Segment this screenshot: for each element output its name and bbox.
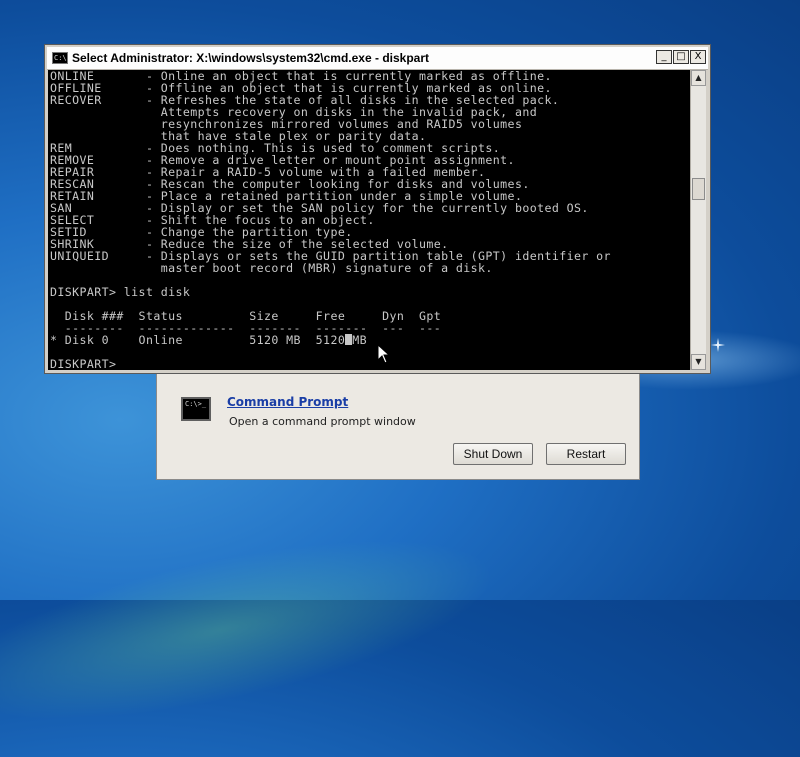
cmd-window: C:\ Select Administrator: X:\windows\sys… bbox=[44, 44, 711, 374]
mouse-pointer-icon bbox=[377, 344, 391, 364]
close-button[interactable]: X bbox=[690, 50, 706, 64]
command-prompt-link[interactable]: Command Prompt bbox=[227, 395, 348, 409]
console-output[interactable]: ONLINE - Online an object that is curren… bbox=[48, 70, 690, 370]
console-text: ONLINE - Online an object that is curren… bbox=[48, 70, 690, 370]
console-line: master boot record (MBR) signature of a … bbox=[50, 261, 493, 275]
command-prompt-icon: C:\>_ bbox=[181, 397, 211, 421]
command-prompt-line[interactable]: DISKPART> bbox=[50, 358, 690, 370]
maximize-button[interactable]: □ bbox=[673, 50, 689, 64]
disk-row-text: * Disk 0 Online 5120 MB 5120 bbox=[50, 333, 346, 347]
title-bar[interactable]: C:\ Select Administrator: X:\windows\sys… bbox=[47, 47, 708, 70]
wallpaper-light-streak bbox=[0, 503, 509, 757]
disk-row-unit: MB bbox=[352, 333, 367, 347]
scroll-down-icon[interactable]: ▼ bbox=[691, 354, 706, 370]
vertical-scrollbar[interactable]: ▲ ▼ bbox=[690, 70, 706, 370]
scroll-up-icon[interactable]: ▲ bbox=[691, 70, 706, 86]
recovery-options-dialog: C:\>_ Command Prompt Open a command prom… bbox=[156, 360, 640, 480]
disk-row: * Disk 0 Online 5120 MB 5120 MB bbox=[50, 334, 690, 346]
sparkle-icon bbox=[711, 338, 725, 352]
window-title: Select Administrator: X:\windows\system3… bbox=[72, 51, 429, 65]
command-prompt-description: Open a command prompt window bbox=[229, 415, 416, 428]
cmd-app-icon[interactable]: C:\ bbox=[52, 52, 68, 64]
minimize-button[interactable]: _ bbox=[656, 50, 672, 64]
shut-down-button[interactable]: Shut Down bbox=[453, 443, 533, 465]
scroll-thumb[interactable] bbox=[692, 178, 705, 200]
console-line: DISKPART> list disk bbox=[50, 285, 191, 299]
command-prompt-option[interactable]: C:\>_ Command Prompt Open a command prom… bbox=[181, 395, 481, 435]
restart-button[interactable]: Restart bbox=[546, 443, 626, 465]
